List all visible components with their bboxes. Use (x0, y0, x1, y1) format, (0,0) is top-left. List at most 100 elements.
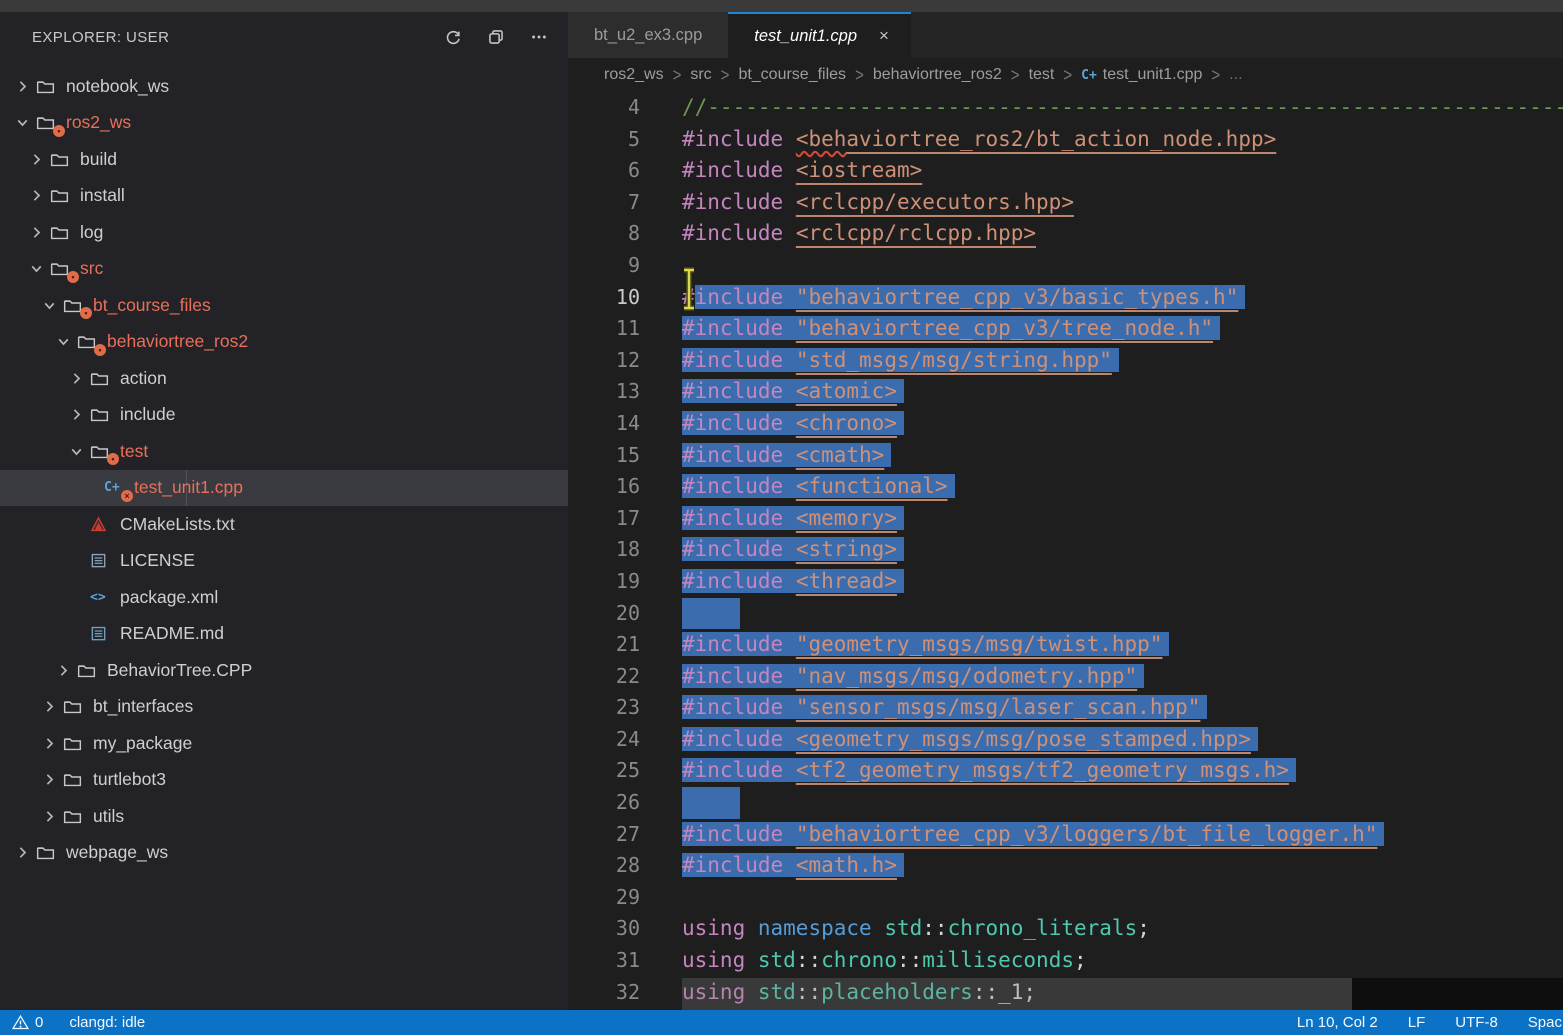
folder-icon (50, 186, 69, 205)
tree-item-README.md[interactable]: README.md (0, 616, 568, 653)
tree-item-label: bt_course_files (93, 295, 211, 316)
indentation-indicator[interactable]: Spac (1528, 1014, 1562, 1031)
chevron-down-icon (28, 260, 45, 277)
code-line-10[interactable]: 10#include "behaviortree_cpp_v3/basic_ty… (568, 282, 1563, 314)
clangd-status[interactable]: clangd: idle (69, 1014, 145, 1031)
code-line-4[interactable]: 4//-------------------------------------… (568, 92, 1563, 124)
tree-item-label: README.md (120, 623, 224, 644)
tree-item-label: test (120, 441, 148, 462)
breadcrumb-label: bt_course_files (738, 66, 846, 84)
code-line-11[interactable]: 11#include "behaviortree_cpp_v3/tree_nod… (568, 313, 1563, 345)
tree-item-CMakeLists.txt[interactable]: CMakeLists.txt (0, 506, 568, 543)
breadcrumb-item-behaviortree_ros2[interactable]: behaviortree_ros2 (873, 66, 1002, 84)
selection-highlight (682, 598, 740, 630)
chevron-down-icon (14, 114, 31, 131)
tree-item-utils[interactable]: utils (0, 798, 568, 835)
line-number: 12 (568, 345, 640, 377)
code-line-13[interactable]: 13#include <atomic> (568, 376, 1563, 408)
tab-bt_u2_ex3[interactable]: bt_u2_ex3.cpp (568, 12, 728, 58)
tree-item-install[interactable]: install (0, 178, 568, 215)
code-line-16[interactable]: 16#include <functional> (568, 471, 1563, 503)
tree-item-label: action (120, 368, 167, 389)
tree-item-bt_interfaces[interactable]: bt_interfaces (0, 689, 568, 726)
folder-icon (50, 150, 69, 169)
tree-item-bt_course_files[interactable]: •bt_course_files (0, 287, 568, 324)
tree-item-turtlebot3[interactable]: turtlebot3 (0, 762, 568, 799)
code-line-9[interactable]: 9 (568, 250, 1563, 282)
code-line-27[interactable]: 27#include "behaviortree_cpp_v3/loggers/… (568, 819, 1563, 851)
selection-highlight: #include <thread> (682, 569, 904, 593)
breadcrumb-item-bt_course_files[interactable]: bt_course_files (738, 66, 846, 84)
code-editor[interactable]: 4//-------------------------------------… (568, 92, 1563, 1010)
chevron-right-icon (28, 151, 45, 168)
chevron-right-icon (68, 370, 85, 387)
horizontal-scrollbar[interactable] (682, 978, 1352, 1010)
code-line-15[interactable]: 15#include <cmath> (568, 440, 1563, 472)
collapse-folders-icon[interactable] (485, 26, 507, 48)
code-line-19[interactable]: 19#include <thread> (568, 566, 1563, 598)
chevron-right-icon (41, 735, 58, 752)
cursor-position[interactable]: Ln 10, Col 2 (1297, 1014, 1378, 1031)
tree-item-action[interactable]: action (0, 360, 568, 397)
breadcrumb-separator-icon: > (1011, 64, 1020, 85)
folder-icon (90, 405, 109, 424)
tree-item-notebook_ws[interactable]: notebook_ws (0, 68, 568, 105)
tab-test_unit1[interactable]: test_unit1.cpp × (728, 12, 911, 58)
encoding-indicator[interactable]: UTF-8 (1455, 1014, 1498, 1031)
code-line-17[interactable]: 17#include <memory> (568, 503, 1563, 535)
code-line-12[interactable]: 12#include "std_msgs/msg/string.hpp" (568, 345, 1563, 377)
tree-item-LICENSE[interactable]: LICENSE (0, 543, 568, 580)
error-badge: • (67, 271, 79, 283)
breadcrumb-item-[interactable]: ... (1229, 66, 1242, 84)
titlebar-strip (0, 0, 1563, 12)
breadcrumb-item-src[interactable]: src (690, 66, 711, 84)
code-line-25[interactable]: 25#include <tf2_geometry_msgs/tf2_geomet… (568, 755, 1563, 787)
indent-guide (186, 470, 187, 507)
code-line-5[interactable]: 5#include <behaviortree_ros2/bt_action_n… (568, 124, 1563, 156)
tree-item-BehaviorTree.CPP[interactable]: BehaviorTree.CPP (0, 652, 568, 689)
code-line-6[interactable]: 6#include <iostream> (568, 155, 1563, 187)
close-icon[interactable]: × (873, 25, 895, 47)
eol-indicator[interactable]: LF (1408, 1014, 1426, 1031)
tree-item-include[interactable]: include (0, 397, 568, 434)
code-line-24[interactable]: 24#include <geometry_msgs/msg/pose_stamp… (568, 724, 1563, 756)
refresh-icon[interactable] (442, 26, 464, 48)
tree-item-test[interactable]: •test (0, 433, 568, 470)
selection-highlight (682, 787, 740, 819)
tree-item-webpage_ws[interactable]: webpage_ws (0, 835, 568, 872)
code-line-23[interactable]: 23#include "sensor_msgs/msg/laser_scan.h… (568, 692, 1563, 724)
tree-item-package.xml[interactable]: <>package.xml (0, 579, 568, 616)
tree-item-behaviortree_ros2[interactable]: •behaviortree_ros2 (0, 324, 568, 361)
error-badge: • (94, 344, 106, 356)
breadcrumb-item-ros2_ws[interactable]: ros2_ws (604, 66, 664, 84)
code-line-7[interactable]: 7#include <rclcpp/executors.hpp> (568, 187, 1563, 219)
code-line-31[interactable]: 31using std::chrono::milliseconds; (568, 945, 1563, 977)
tree-item-src[interactable]: •src (0, 251, 568, 288)
code-line-28[interactable]: 28#include <math.h> (568, 850, 1563, 882)
line-number: 16 (568, 471, 640, 503)
code-line-14[interactable]: 14#include <chrono> (568, 408, 1563, 440)
code-line-30[interactable]: 30using namespace std::chrono_literals; (568, 913, 1563, 945)
tree-item-build[interactable]: build (0, 141, 568, 178)
tree-item-label: log (80, 222, 103, 243)
code-line-8[interactable]: 8#include <rclcpp/rclcpp.hpp> (568, 218, 1563, 250)
code-line-22[interactable]: 22#include "nav_msgs/msg/odometry.hpp" (568, 661, 1563, 693)
tree-item-my_package[interactable]: my_package (0, 725, 568, 762)
folder-icon (63, 807, 82, 826)
line-number: 29 (568, 882, 640, 914)
code-line-20[interactable]: 20 (568, 598, 1563, 630)
code-line-26[interactable]: 26 (568, 787, 1563, 819)
code-line-29[interactable]: 29 (568, 882, 1563, 914)
code-line-21[interactable]: 21#include "geometry_msgs/msg/twist.hpp" (568, 629, 1563, 661)
breadcrumb-item-test[interactable]: test (1029, 66, 1055, 84)
breadcrumb-item-test_unit1cpp[interactable]: C+test_unit1.cpp (1081, 66, 1202, 84)
more-actions-icon[interactable] (528, 26, 550, 48)
tree-item-log[interactable]: log (0, 214, 568, 251)
code-line-18[interactable]: 18#include <string> (568, 534, 1563, 566)
chevron-right-icon (41, 808, 58, 825)
file-tree: notebook_ws•ros2_wsbuildinstalllog•src•b… (0, 68, 568, 871)
problems-indicator[interactable]: 0 (12, 1014, 43, 1031)
tree-item-test_unit1.cpp[interactable]: C+×test_unit1.cpp (0, 470, 568, 507)
tree-item-ros2_ws[interactable]: •ros2_ws (0, 105, 568, 142)
tab-bar: bt_u2_ex3.cpp test_unit1.cpp × (568, 12, 1563, 58)
